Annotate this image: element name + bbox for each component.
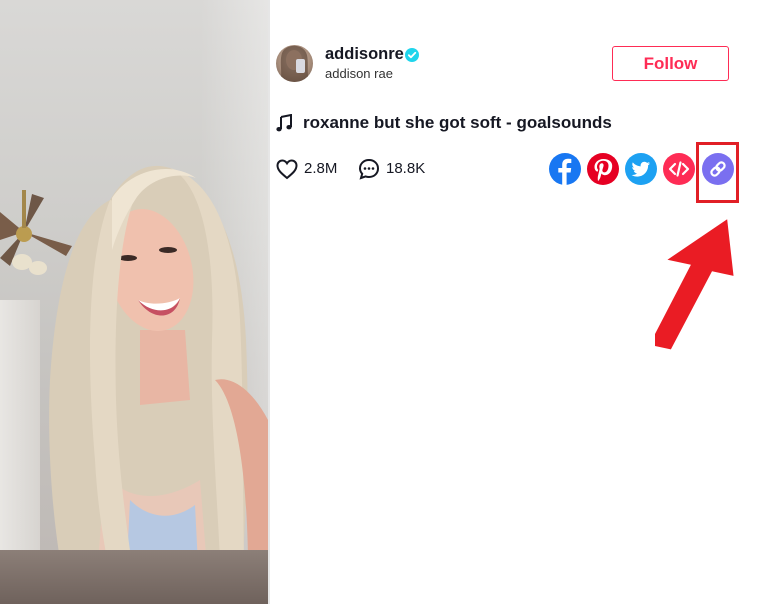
follow-button[interactable]: Follow	[612, 46, 729, 81]
video-preview[interactable]	[0, 0, 268, 604]
like-count: 2.8M	[304, 160, 338, 177]
comment-count: 18.8K	[386, 160, 426, 177]
ceiling-fan	[0, 190, 72, 275]
music-title-link[interactable]: roxanne but she got soft - goalsounds	[303, 112, 612, 134]
red-arrow-icon	[655, 219, 734, 350]
comment-icon[interactable]	[358, 158, 380, 180]
panel-divider	[268, 0, 270, 604]
heart-icon[interactable]	[276, 159, 298, 180]
music-note-icon	[276, 114, 292, 132]
share-pinterest-button[interactable]	[587, 153, 619, 185]
author-nickname: addison rae	[325, 66, 393, 81]
share-twitter-button[interactable]	[625, 153, 657, 185]
pinterest-icon	[594, 159, 613, 181]
video-scene	[0, 165, 268, 604]
share-embed-button[interactable]	[663, 153, 695, 185]
author-avatar[interactable]	[276, 45, 313, 82]
facebook-icon	[558, 158, 572, 185]
embed-icon	[668, 161, 690, 177]
author-username[interactable]: addisonre	[325, 44, 404, 64]
video-floor	[0, 550, 268, 604]
verified-badge-icon	[405, 48, 419, 62]
share-facebook-button[interactable]	[549, 153, 581, 185]
twitter-icon	[631, 161, 650, 177]
highlight-box	[696, 142, 739, 203]
